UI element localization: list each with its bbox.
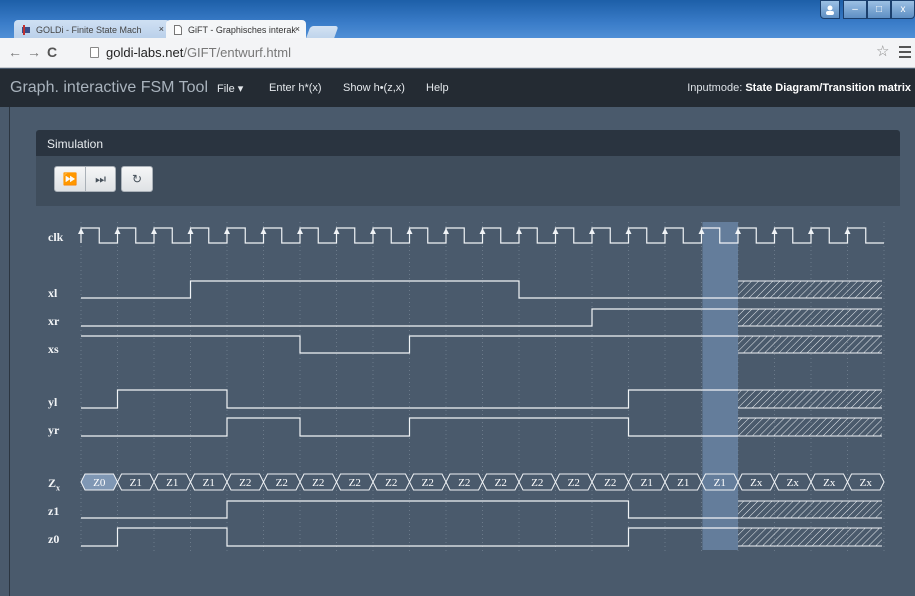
menu-show-h[interactable]: Show h•(z,x): [343, 82, 405, 94]
reset-simulation-button[interactable]: ↻: [121, 166, 153, 192]
forward-arrow-icon[interactable]: →: [27, 45, 41, 59]
signal-label-xs: xs: [48, 342, 59, 356]
tab-close-icon[interactable]: ×: [159, 24, 164, 34]
page-document-icon: [90, 47, 99, 58]
app-navbar: Graph. interactive FSM Tool File ▾ Enter…: [0, 69, 915, 107]
tab-label: GOLDi - Finite State Mach: [36, 25, 142, 35]
fast-forward-icon: ⏩: [62, 172, 78, 186]
tab-close-icon[interactable]: ×: [295, 24, 300, 34]
inputmode-indicator: Inputmode: State Diagram/Transition matr…: [687, 82, 911, 94]
menu-file[interactable]: File ▾: [217, 82, 243, 95]
signal-label-zx: Zx: [48, 476, 61, 493]
signal-label-xr: xr: [48, 314, 60, 328]
step-simulation-button[interactable]: ⏭: [85, 166, 116, 192]
back-arrow-icon[interactable]: ←: [8, 45, 22, 59]
goldi-favicon-icon: [22, 25, 30, 35]
user-profile-icon[interactable]: [820, 0, 840, 19]
signal-label-z1: z1: [48, 504, 60, 518]
minimize-button[interactable]: –: [843, 0, 867, 19]
menu-enter-h[interactable]: Enter h*(x): [269, 82, 322, 94]
signal-label-yr: yr: [48, 423, 60, 437]
document-favicon-icon: [174, 25, 182, 35]
reset-icon: ↻: [131, 172, 143, 186]
app-brand[interactable]: Graph. interactive FSM Tool: [10, 79, 208, 97]
skip-forward-icon: ⏭: [95, 172, 106, 186]
signal-label-clk: clk: [48, 230, 64, 244]
maximize-button[interactable]: □: [867, 0, 891, 19]
address-bar[interactable]: goldi-labs.net/GIFT/entwurf.html: [64, 42, 870, 64]
reload-icon[interactable]: C: [47, 45, 57, 59]
browser-tab-strip: GOLDi - Finite State Mach × GiFT - Graph…: [0, 0, 915, 42]
signal-label-xl: xl: [48, 286, 58, 300]
simulation-controls: ⏩ ⏭ ↻: [36, 156, 900, 206]
tab-label: GiFT - Graphisches interak: [188, 25, 296, 35]
signal-label-yl: yl: [48, 395, 58, 409]
browser-window: GOLDi - Finite State Mach × GiFT - Graph…: [0, 0, 915, 596]
bookmark-star-icon[interactable]: ☆: [876, 44, 889, 59]
close-window-button[interactable]: x: [891, 0, 915, 19]
person-icon: [826, 5, 834, 15]
signal-label-z0: z0: [48, 532, 60, 546]
run-simulation-button[interactable]: ⏩: [54, 166, 86, 192]
url-text: goldi-labs.net/GIFT/entwurf.html: [106, 45, 291, 60]
simulation-panel-header: Simulation: [36, 130, 900, 156]
browser-menu-icon[interactable]: [899, 46, 911, 58]
browser-toolbar: ← → C goldi-labs.net/GIFT/entwurf.html ☆: [0, 38, 915, 68]
simulation-title: Simulation: [47, 137, 104, 151]
menu-help[interactable]: Help: [426, 82, 449, 94]
